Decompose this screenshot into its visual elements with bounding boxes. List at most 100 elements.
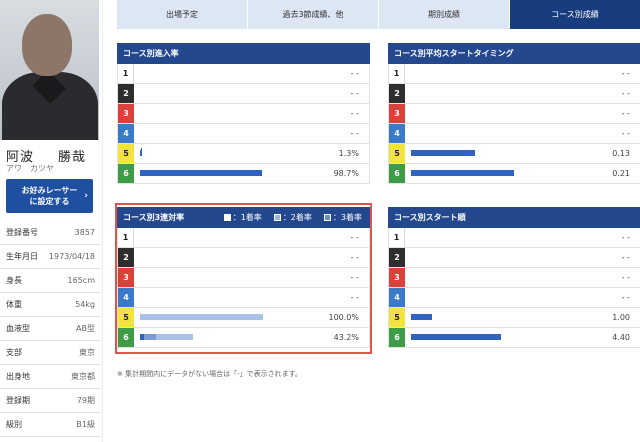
value-bar bbox=[140, 170, 262, 176]
info-value: AB型 bbox=[76, 324, 95, 333]
lane-number: 3 bbox=[118, 104, 134, 123]
lane-value: - - bbox=[621, 89, 630, 98]
lane-number: 2 bbox=[118, 84, 134, 103]
panel-title: コース別3連対率 bbox=[123, 213, 185, 222]
chevron-right-icon: › bbox=[84, 191, 88, 201]
bar-track bbox=[405, 328, 582, 347]
lane-number: 1 bbox=[389, 64, 405, 83]
lane-number: 5 bbox=[118, 308, 134, 327]
bar-track bbox=[405, 164, 582, 183]
racer-sidebar: 阿波 勝哉 アワ カツヤ お好みレーサーに設定する › 登録番号 3857 生年月日 1… bbox=[0, 0, 101, 442]
lane-row: 1 - - bbox=[388, 64, 640, 84]
bar-track bbox=[405, 228, 582, 247]
lane-row: 5! 1.3% bbox=[117, 144, 370, 164]
lane-row: 4 - - bbox=[117, 288, 370, 308]
lane-value: - - bbox=[350, 109, 359, 118]
lane-number: 4 bbox=[118, 288, 134, 307]
lane-row: 2 - - bbox=[388, 248, 640, 268]
info-label: 出身地 bbox=[6, 372, 30, 381]
lane-number: 4 bbox=[389, 288, 405, 307]
lane-value: - - bbox=[621, 69, 630, 78]
lane-value: - - bbox=[350, 273, 359, 282]
tab-1[interactable]: 出場予定 bbox=[117, 0, 247, 29]
lane-row: 1 - - bbox=[388, 228, 640, 248]
column-divider bbox=[102, 0, 103, 442]
favorite-racer-button[interactable]: お好みレーサーに設定する › bbox=[6, 179, 93, 213]
info-label: 身長 bbox=[6, 276, 22, 285]
info-value: 165cm bbox=[67, 276, 95, 285]
info-row: 身長 165cm bbox=[0, 269, 101, 293]
panel-header: コース別スタート順 bbox=[388, 207, 640, 228]
legend-swatch bbox=[273, 214, 281, 221]
lane-row: 1 - - bbox=[117, 228, 370, 248]
lane-number: 3 bbox=[118, 268, 134, 287]
panel-title: コース別進入率 bbox=[123, 49, 179, 58]
bar-track bbox=[134, 248, 311, 267]
top3-rate-panel: コース別3連対率 ：1着率 ：2着率 ：3着率 1 - - 2 - - 3 - - 4 - - 5 1… bbox=[117, 207, 370, 348]
bar-track bbox=[134, 84, 311, 103]
bar-track bbox=[134, 268, 311, 287]
bar-track bbox=[405, 104, 582, 123]
legend-label: ：3着率 bbox=[332, 213, 362, 222]
lane-value: - - bbox=[350, 293, 359, 302]
info-value: B1級 bbox=[76, 420, 95, 429]
lane-row: 2 - - bbox=[117, 84, 370, 104]
lane-value: 43.2% bbox=[333, 333, 359, 342]
lane-number: 4 bbox=[118, 124, 134, 143]
racer-kana: アワ カツヤ bbox=[6, 164, 54, 173]
panel-header: コース別平均スタートタイミング bbox=[388, 43, 640, 64]
lane-row: 4 - - bbox=[388, 124, 640, 144]
info-row: 体重 54kg bbox=[0, 293, 101, 317]
lane-row: 3 - - bbox=[388, 268, 640, 288]
value-bar bbox=[411, 150, 475, 156]
legend-item: ：1着率 bbox=[223, 212, 262, 223]
bar-track bbox=[134, 124, 311, 143]
lane-row: 2 - - bbox=[117, 248, 370, 268]
lane-number: 5 bbox=[118, 144, 134, 163]
tab-4[interactable]: コース別成績 bbox=[510, 0, 640, 29]
lane-value: - - bbox=[350, 233, 359, 242]
lane-row: 6 43.2% bbox=[117, 328, 370, 348]
bar-track bbox=[405, 144, 582, 163]
start-order-panel: コース別スタート順 1- -2- -3- -4- -5 1.00 6 4.40 bbox=[388, 207, 640, 348]
lane-number: 5 bbox=[389, 144, 405, 163]
bar-track bbox=[134, 288, 311, 307]
bar-track bbox=[405, 124, 582, 143]
tab-2[interactable]: 過去3節成績、他 bbox=[248, 0, 378, 29]
lane-number: 1 bbox=[118, 64, 134, 83]
panel-title: コース別スタート順 bbox=[394, 213, 466, 222]
racer-info-list: 登録番号 3857 生年月日 1973/04/18 身長 165cm 体重 54kg 血液型 AB… bbox=[0, 221, 101, 437]
value-bar bbox=[411, 170, 514, 176]
tab-3[interactable]: 期別成績 bbox=[379, 0, 509, 29]
info-label: 登録番号 bbox=[6, 228, 38, 237]
racer-photo bbox=[0, 0, 99, 140]
lane-row: 3 - - bbox=[117, 104, 370, 124]
lane-value: 100.0% bbox=[328, 313, 359, 322]
lane-value: 1.3% bbox=[338, 149, 359, 158]
lane-number: 2 bbox=[389, 84, 405, 103]
legend-swatch bbox=[223, 214, 231, 221]
top3-legend: ：1着率 ：2着率 ：3着率 bbox=[223, 212, 370, 223]
legend-item: ：2着率 bbox=[273, 212, 312, 223]
lane-value: 98.7% bbox=[333, 169, 359, 178]
lane-number: 6 bbox=[389, 328, 405, 347]
bar-track bbox=[134, 64, 311, 83]
info-value: 79期 bbox=[76, 396, 95, 405]
lane-row: 6 0.21 bbox=[388, 164, 640, 184]
third-place-bar bbox=[140, 314, 263, 320]
bar-track bbox=[134, 104, 311, 123]
lane-number: 2 bbox=[118, 248, 134, 267]
start-timing-panel: コース別平均スタートタイミング 1- -2- -3- -4- -5 0.13 6 0.… bbox=[388, 43, 640, 184]
lane-number: 5 bbox=[389, 308, 405, 327]
result-tabs: 出場予定 過去3節成績、他 期別成績 コース別成績 bbox=[117, 0, 640, 29]
panel-header: コース別進入率 bbox=[117, 43, 370, 64]
entry-rate-panel: コース別進入率 1 - - 2 - - 3 - - 4 - - 5! 1.3% 6 98.7% bbox=[117, 43, 370, 184]
value-bar bbox=[140, 150, 142, 156]
lane-row: 5 100.0% bbox=[117, 308, 370, 328]
lane-number: 3 bbox=[389, 268, 405, 287]
bar-track: ! bbox=[134, 144, 311, 163]
lane-value: 4.40 bbox=[612, 333, 630, 342]
info-value: 東京都 bbox=[71, 372, 95, 381]
bar-track bbox=[405, 288, 582, 307]
lane-number: 1 bbox=[118, 228, 134, 247]
